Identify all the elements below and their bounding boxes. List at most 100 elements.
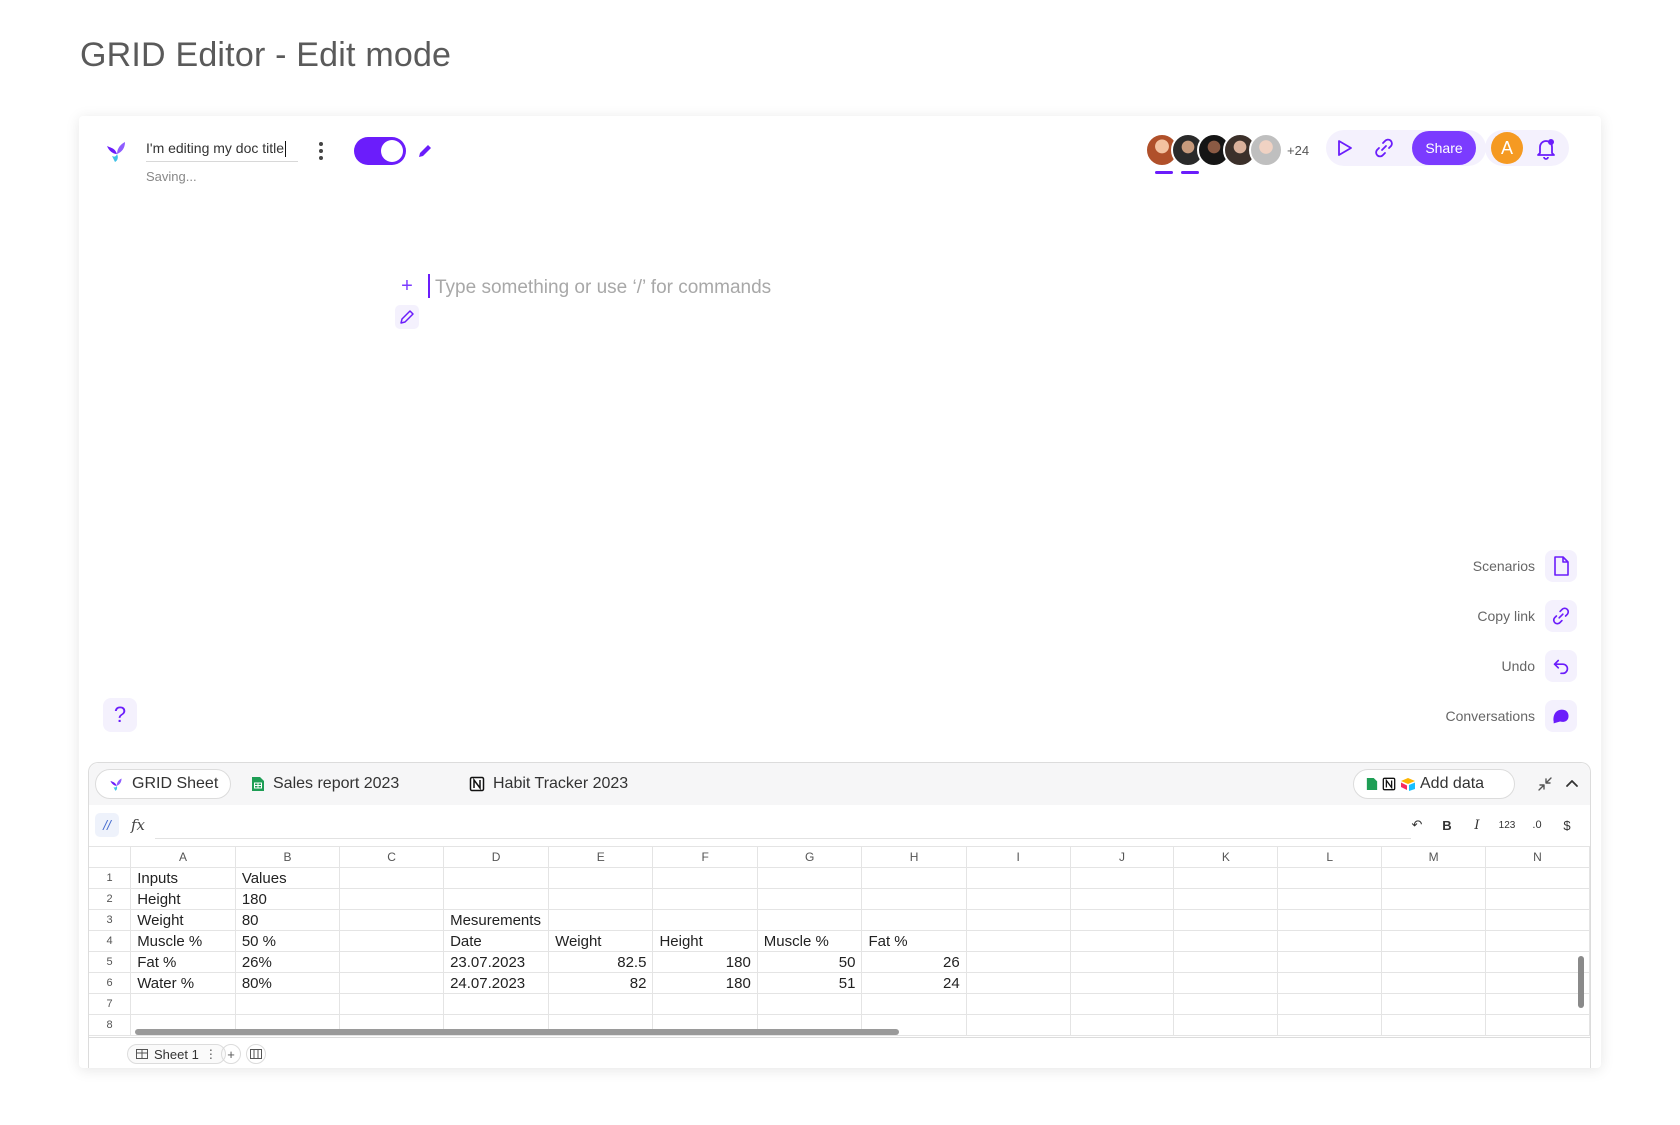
share-button[interactable]: Share bbox=[1412, 131, 1476, 165]
cell[interactable] bbox=[966, 909, 1071, 931]
cell[interactable] bbox=[1070, 909, 1175, 931]
row-header[interactable]: 3 bbox=[89, 909, 132, 931]
undo-button[interactable]: Undo bbox=[1502, 650, 1577, 682]
cell[interactable]: Water % bbox=[130, 972, 236, 994]
cell[interactable] bbox=[1277, 888, 1383, 910]
cell[interactable] bbox=[339, 867, 445, 889]
cell[interactable]: 50 % bbox=[235, 930, 341, 952]
cell[interactable] bbox=[235, 993, 341, 1015]
cell[interactable] bbox=[1070, 930, 1175, 952]
row-header[interactable]: 4 bbox=[89, 930, 132, 952]
column-header[interactable]: G bbox=[757, 846, 863, 868]
cell[interactable] bbox=[339, 930, 445, 952]
cell[interactable]: 180 bbox=[235, 888, 341, 910]
cell[interactable]: Values bbox=[235, 867, 341, 889]
cell[interactable] bbox=[443, 993, 550, 1015]
cell[interactable] bbox=[339, 951, 445, 973]
play-icon[interactable] bbox=[1332, 136, 1356, 160]
cell[interactable] bbox=[1070, 888, 1175, 910]
cell[interactable] bbox=[1277, 909, 1383, 931]
row-header[interactable]: 5 bbox=[89, 951, 132, 973]
cell[interactable]: 50 bbox=[757, 951, 863, 973]
corner-cell[interactable] bbox=[89, 846, 132, 868]
cell[interactable] bbox=[339, 888, 445, 910]
tab-sales-report-2023[interactable]: Sales report 2023 bbox=[239, 769, 411, 799]
column-header[interactable]: A bbox=[130, 846, 236, 868]
column-header[interactable]: K bbox=[1173, 846, 1279, 868]
cell[interactable] bbox=[966, 930, 1071, 952]
cell[interactable]: Weight bbox=[548, 930, 654, 952]
pencil-icon[interactable] bbox=[395, 305, 419, 329]
notification-bell-icon[interactable] bbox=[1534, 136, 1558, 160]
cell[interactable] bbox=[757, 867, 863, 889]
cell[interactable] bbox=[1070, 972, 1175, 994]
row-header[interactable]: 8 bbox=[89, 1014, 132, 1036]
row-header[interactable]: 1 bbox=[89, 867, 132, 889]
cell[interactable] bbox=[339, 993, 445, 1015]
cell[interactable] bbox=[548, 888, 654, 910]
column-header[interactable]: D bbox=[443, 846, 550, 868]
cell[interactable]: Weight bbox=[130, 909, 236, 931]
sheet-menu-icon[interactable]: ⋮ bbox=[205, 1047, 217, 1061]
cell[interactable]: Muscle % bbox=[130, 930, 236, 952]
cell[interactable] bbox=[966, 951, 1071, 973]
scenarios-button[interactable]: Scenarios bbox=[1473, 550, 1577, 582]
cell[interactable] bbox=[1173, 867, 1279, 889]
cell[interactable]: 80 bbox=[235, 909, 341, 931]
cell[interactable] bbox=[1381, 972, 1487, 994]
column-header[interactable]: L bbox=[1277, 846, 1383, 868]
vertical-scrollbar[interactable] bbox=[1578, 956, 1584, 1008]
cell[interactable]: 51 bbox=[757, 972, 863, 994]
grid-function-icon[interactable]: // bbox=[95, 813, 119, 837]
cell[interactable] bbox=[966, 1014, 1071, 1036]
cell[interactable] bbox=[966, 993, 1071, 1015]
cell[interactable] bbox=[757, 909, 863, 931]
add-block-button[interactable]: + bbox=[396, 276, 418, 298]
copy-link-button[interactable]: Copy link bbox=[1477, 600, 1577, 632]
cell[interactable] bbox=[861, 867, 967, 889]
editor-placeholder[interactable]: Type something or use ‘/’ for commands bbox=[435, 277, 771, 299]
column-header[interactable]: I bbox=[966, 846, 1071, 868]
tab-grid-sheet[interactable]: GRID Sheet bbox=[95, 769, 232, 799]
cell[interactable] bbox=[339, 909, 445, 931]
collaborators[interactable]: +24 bbox=[1145, 130, 1309, 174]
cell[interactable]: 24 bbox=[861, 972, 967, 994]
column-header[interactable]: H bbox=[861, 846, 967, 868]
cell[interactable]: Mesurements bbox=[443, 909, 550, 931]
decimal-format-button[interactable]: .0 bbox=[1522, 813, 1552, 837]
column-header[interactable]: E bbox=[548, 846, 654, 868]
cell[interactable]: Fat % bbox=[130, 951, 236, 973]
currency-format-button[interactable]: $ bbox=[1552, 813, 1582, 837]
cell[interactable]: Height bbox=[130, 888, 236, 910]
edit-pen-icon[interactable] bbox=[415, 141, 435, 161]
column-header[interactable]: J bbox=[1070, 846, 1175, 868]
row-header[interactable]: 7 bbox=[89, 993, 132, 1015]
cell[interactable] bbox=[1277, 867, 1383, 889]
help-button[interactable]: ? bbox=[103, 698, 137, 732]
cell[interactable]: Height bbox=[652, 930, 758, 952]
cell[interactable]: Inputs bbox=[130, 867, 236, 889]
cell[interactable] bbox=[548, 909, 654, 931]
cell[interactable] bbox=[1381, 867, 1487, 889]
link-icon[interactable] bbox=[1372, 136, 1396, 160]
cell[interactable] bbox=[1277, 972, 1383, 994]
avatar[interactable] bbox=[1249, 133, 1283, 167]
cell[interactable] bbox=[1173, 888, 1279, 910]
bold-button[interactable]: B bbox=[1432, 813, 1462, 837]
cell[interactable] bbox=[443, 888, 550, 910]
cell[interactable] bbox=[1173, 993, 1279, 1015]
cell[interactable] bbox=[1173, 951, 1279, 973]
cell[interactable] bbox=[1381, 993, 1487, 1015]
columns-icon[interactable] bbox=[246, 1044, 266, 1064]
spreadsheet-grid[interactable]: ABCDEFGHIJKLMN 1 Inputs Values 2 Height 180 3 W… bbox=[89, 846, 1590, 1036]
cell[interactable] bbox=[1485, 993, 1590, 1015]
user-avatar[interactable]: A bbox=[1491, 132, 1523, 164]
cell[interactable]: 24.07.2023 bbox=[443, 972, 550, 994]
grid-logo-icon[interactable] bbox=[103, 138, 129, 164]
italic-button[interactable]: I bbox=[1462, 813, 1492, 837]
cell[interactable] bbox=[1485, 888, 1590, 910]
cell[interactable] bbox=[1173, 1014, 1279, 1036]
tab-habit-tracker-2023[interactable]: Habit Tracker 2023 bbox=[457, 769, 640, 799]
column-header[interactable]: F bbox=[652, 846, 758, 868]
cell[interactable]: 26% bbox=[235, 951, 341, 973]
